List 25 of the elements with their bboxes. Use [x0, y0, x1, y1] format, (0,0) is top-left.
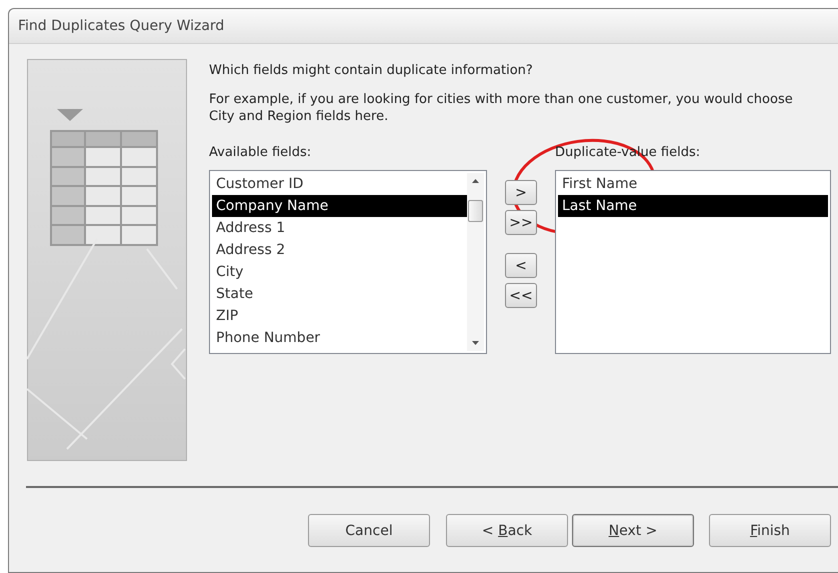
list-item[interactable]: ZIP — [212, 305, 467, 327]
duplicate-fields-list[interactable]: First Name Last Name — [555, 170, 831, 354]
list-item[interactable]: Phone Number — [212, 327, 467, 349]
list-item[interactable]: Address 1 — [212, 217, 467, 239]
dialog-button[interactable]: Next > — [572, 514, 694, 547]
list-item[interactable]: State — [212, 283, 467, 305]
list-item[interactable]: City — [212, 261, 467, 283]
available-fields-list[interactable]: Customer ID Company Name Address 1 Address 2 City State ZIP Phone Number — [209, 170, 487, 354]
list-item[interactable]: Company Name — [212, 195, 467, 217]
move-button[interactable]: < — [505, 253, 537, 278]
dialog-button[interactable]: Finish — [709, 514, 831, 547]
move-button[interactable]: << — [505, 283, 537, 308]
dialog-button[interactable]: < Back — [446, 514, 568, 547]
list-item[interactable]: Customer ID — [212, 173, 467, 195]
move-button[interactable]: >> — [505, 210, 537, 235]
window-title: Find Duplicates Query Wizard — [18, 18, 224, 34]
explanation-text: For example, if you are looking for cities with more than one customer, you would choose City and Region fields here. — [209, 91, 794, 125]
available-fields-label: Available fields: — [209, 145, 312, 161]
list-item[interactable]: Last Name — [558, 195, 828, 217]
scroll-bar[interactable] — [467, 173, 484, 351]
move-button[interactable]: > — [505, 180, 537, 205]
list-item[interactable]: Address 2 — [212, 239, 467, 261]
dialog-button[interactable]: Cancel — [308, 514, 430, 547]
question-text: Which fields might contain duplicate information? — [209, 62, 534, 79]
list-item[interactable]: First Name — [558, 173, 828, 195]
